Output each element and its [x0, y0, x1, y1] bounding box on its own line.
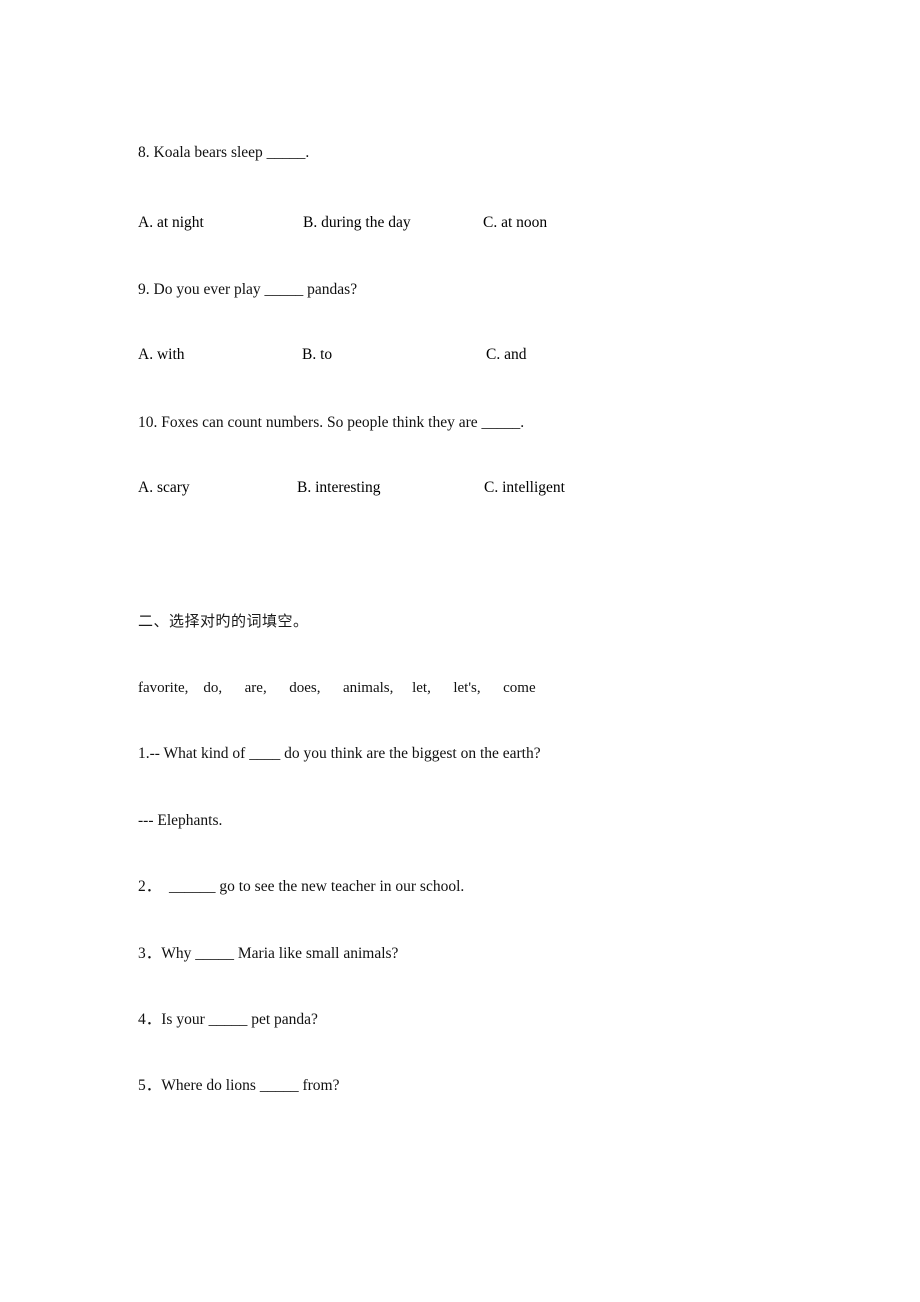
question-stem-10: 10. Foxes can count numbers. So people t… — [138, 414, 525, 431]
worksheet-page: 8. Koala bears sleep _____. A. at night … — [0, 0, 920, 1302]
option-8-a[interactable]: A. at night — [138, 214, 204, 232]
question-stem-9: 9. Do you ever play _____ pandas? — [138, 281, 358, 298]
fill-item-4: 4．Is your _____ pet panda? — [138, 1011, 318, 1028]
option-9-b[interactable]: B. to — [302, 346, 332, 364]
fill-item-1: 1.-- What kind of ____ do you think are … — [138, 745, 541, 762]
option-10-a[interactable]: A. scary — [138, 479, 190, 497]
option-9-a[interactable]: A. with — [138, 346, 185, 364]
option-row-10: A. scary B. interesting C. intelligent — [138, 479, 920, 499]
fill-item-5: 5．Where do lions _____ from? — [138, 1077, 340, 1094]
option-8-b[interactable]: B. during the day — [303, 214, 411, 232]
option-row-9: A. with B. to C. and — [138, 346, 920, 366]
option-10-b[interactable]: B. interesting — [297, 479, 381, 497]
fill-item-2: 2． ______ go to see the new teacher in o… — [138, 878, 465, 895]
option-9-c[interactable]: C. and — [486, 346, 526, 364]
fill-item-1-answer: --- Elephants. — [138, 812, 223, 829]
question-stem-8: 8. Koala bears sleep _____. — [138, 144, 310, 161]
option-8-c[interactable]: C. at noon — [483, 214, 547, 232]
word-bank: favorite, do, are, does, animals, let, l… — [138, 680, 536, 696]
section-two-heading: 二、选择对旳的词填空。 — [138, 612, 309, 630]
option-10-c[interactable]: C. intelligent — [484, 479, 565, 497]
option-row-8: A. at night B. during the day C. at noon — [138, 214, 920, 234]
fill-item-3: 3．Why _____ Maria like small animals? — [138, 945, 399, 962]
